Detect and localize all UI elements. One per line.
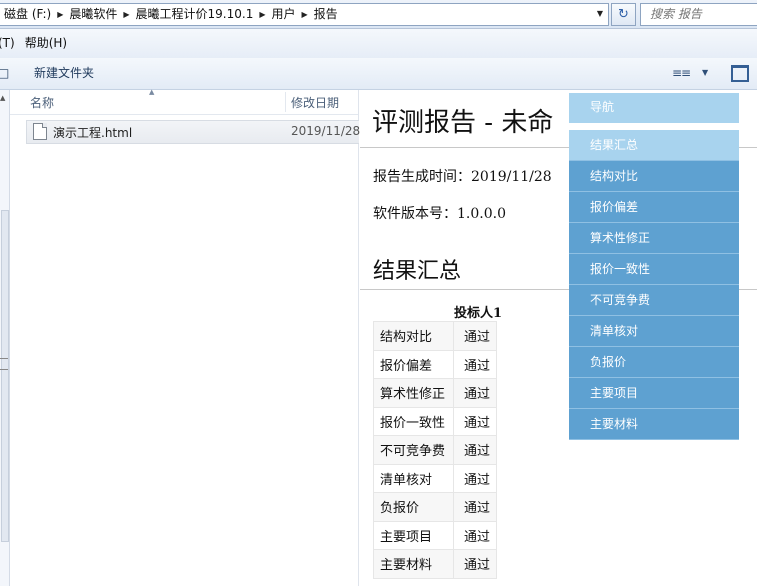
menu-tools[interactable]: (T) [0,29,25,58]
nav-item-structure[interactable]: 结构对比 [569,161,739,192]
nav-item-price-deviation[interactable]: 报价偏差 [569,192,739,223]
command-fragment[interactable]: □ [0,58,9,89]
nav-item-consistency[interactable]: 报价一致性 [569,254,739,285]
chevron-down-icon[interactable]: ▼ [594,7,606,21]
generated-time-value: 2019/11/28 [471,169,552,185]
table-row: 不可竞争费 通过 [373,435,497,465]
scroll-up-icon[interactable]: ▲ [0,94,5,102]
grip-icon [0,358,8,370]
menu-bar: (T) 帮助(H) [0,29,757,58]
file-name: 演示工程.html [53,126,133,140]
column-divider[interactable] [285,92,286,112]
breadcrumb-drive[interactable]: 磁盘 (F:) [0,4,55,25]
software-version: 软件版本号：1.0.0.0 [373,203,506,223]
breadcrumb-report[interactable]: 报告 [310,4,342,25]
table-cell-item: 清单核对 [373,463,454,493]
nav-item-arithmetic[interactable]: 算术性修正 [569,223,739,254]
menu-help[interactable]: 帮助(H) [25,29,77,58]
breadcrumb[interactable]: 磁盘 (F:) ▶ 晨曦软件 ▶ 晨曦工程计价19.10.1 ▶ 用户 ▶ 报告… [0,3,609,26]
chevron-right-icon[interactable]: ▶ [300,10,310,19]
table-cell-item: 结构对比 [373,321,454,351]
nav-item-bill-check[interactable]: 清单核对 [569,316,739,347]
table-row: 算术性修正 通过 [373,378,497,408]
command-bar: □ 新建文件夹 ≡≡ ▼ [0,58,757,90]
column-name[interactable]: 名称 [30,94,54,111]
table-row: 主要材料 通过 [373,549,497,579]
nav-item-noncompetitive-fee[interactable]: 不可竞争费 [569,285,739,316]
chevron-right-icon[interactable]: ▶ [121,10,131,19]
table-cell-result: 通过 [453,549,497,579]
table-cell-result: 通过 [453,520,497,550]
view-options-icon: ≡≡ [672,66,691,80]
table-row: 负报价 通过 [373,492,497,522]
address-bar: 磁盘 (F:) ▶ 晨曦软件 ▶ 晨曦工程计价19.10.1 ▶ 用户 ▶ 报告… [0,0,757,29]
nav-list: 结果汇总 结构对比 报价偏差 算术性修正 报价一致性 不可竞争费 清单核对 负报… [569,130,739,440]
table-cell-result: 通过 [453,435,497,465]
generated-time: 报告生成时间：2019/11/28 [373,166,552,186]
nav-item-main-items[interactable]: 主要项目 [569,378,739,409]
file-list: ▲ 名称 修改日期 演示工程.html 2019/11/28 [10,88,361,586]
chevron-right-icon[interactable]: ▶ [257,10,267,19]
search-box[interactable] [640,3,757,26]
nav-item-negative-price[interactable]: 负报价 [569,347,739,378]
report-navigation: 导航 结果汇总 结构对比 报价偏差 算术性修正 报价一致性 不可竞争费 清单核对… [569,93,739,440]
breadcrumb-product[interactable]: 晨曦工程计价19.10.1 [132,4,258,25]
nav-pane-scrollbar[interactable]: ▲ [0,90,10,586]
table-cell-result: 通过 [453,406,497,436]
software-version-label: 软件版本号： [373,206,457,222]
breadcrumb-vendor[interactable]: 晨曦软件 [65,4,121,25]
table-row: 报价一致性 通过 [373,406,497,436]
nav-header[interactable]: 导航 [569,93,739,123]
refresh-icon: ↻ [618,7,629,22]
table-cell-result: 通过 [453,349,497,379]
refresh-button[interactable]: ↻ [611,3,636,26]
table-cell-item: 报价一致性 [373,406,454,436]
table-cell-result: 通过 [453,378,497,408]
file-row[interactable]: 演示工程.html 2019/11/28 [26,120,361,144]
nav-item-summary[interactable]: 结果汇总 [569,130,739,161]
table-cell-item: 负报价 [373,492,454,522]
sort-ascending-icon: ▲ [149,88,155,96]
bidder-header: 投标人1 [454,306,503,321]
chevron-right-icon[interactable]: ▶ [55,10,65,19]
chevron-down-icon: ▼ [702,68,709,77]
table-cell-result: 通过 [453,321,497,351]
table-row: 清单核对 通过 [373,463,497,493]
new-folder-button[interactable]: 新建文件夹 [34,58,94,89]
scrollbar-thumb[interactable] [1,210,9,542]
table-cell-item: 不可竞争费 [373,435,454,465]
table-cell-item: 主要项目 [373,520,454,550]
table-row: 结构对比 通过 [373,321,497,351]
table-cell-result: 通过 [453,492,497,522]
table-cell-item: 报价偏差 [373,349,454,379]
breadcrumb-user[interactable]: 用户 [268,4,300,25]
section-title: 结果汇总 [373,259,462,284]
column-date-modified[interactable]: 修改日期 [291,94,339,111]
html-file-icon [33,123,47,140]
table-cell-item: 主要材料 [373,549,454,579]
view-options-button[interactable]: ≡≡ ▼ [672,64,712,82]
column-header: ▲ 名称 修改日期 [10,88,358,115]
preview-pane-icon[interactable] [731,65,749,82]
table-cell-result: 通过 [453,463,497,493]
table-row: 主要项目 通过 [373,520,497,550]
table-cell-item: 算术性修正 [373,378,454,408]
report-title: 评测报告 - 未命 [372,108,554,138]
table-row: 报价偏差 通过 [373,349,497,379]
file-date: 2019/11/28 [291,124,361,138]
software-version-value: 1.0.0.0 [457,206,506,222]
search-input[interactable] [641,4,750,23]
generated-time-label: 报告生成时间： [373,169,471,185]
result-table: 结构对比 通过 报价偏差 通过 算术性修正 通过 报价一致性 通过 不可竞争费 通过 清单… [373,321,497,579]
nav-item-main-materials[interactable]: 主要材料 [569,409,739,440]
